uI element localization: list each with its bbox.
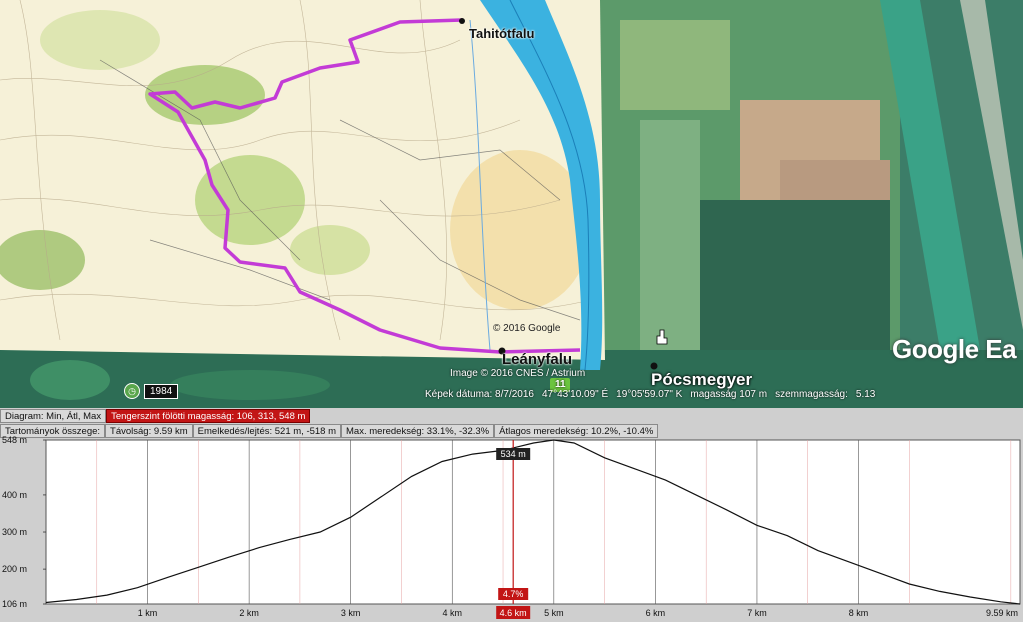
- status-bar: Képek dátuma: 8/7/2016 47°43'10.09" É 19…: [425, 389, 875, 405]
- clock-icon[interactable]: ◷: [124, 383, 140, 399]
- x-tick-label: 6 km: [646, 608, 666, 618]
- y-tick-label: 200 m: [2, 564, 27, 574]
- eye-altitude-value: 5.13: [855, 389, 876, 400]
- pocsmegyer-marker: [650, 362, 658, 370]
- y-tick-label: 400 m: [2, 490, 27, 500]
- imagery-copyright: Image © 2016 CNES / Astrium: [450, 368, 586, 379]
- google-earth-logo: Google Ea: [892, 334, 1017, 364]
- profile-info-row-1: Diagram: Min, Átl, Max Tengerszint fölöt…: [0, 409, 311, 423]
- map-view[interactable]: Tahitótfalu Leányfalu Pócsmegyer © 2016 …: [0, 0, 1023, 408]
- latitude: 47°43'10.09" É: [541, 389, 609, 400]
- x-tick-label: 8 km: [849, 608, 869, 618]
- y-tick-label: 548 m: [2, 435, 27, 445]
- plot-area: [45, 439, 1021, 605]
- altitude: magasság 107 m: [690, 389, 768, 400]
- map-copyright: © 2016 Google: [493, 323, 561, 334]
- x-tick-label: 3 km: [341, 608, 361, 618]
- x-tick-label: 1 km: [138, 608, 158, 618]
- town-label-pocsmegyer: Pócsmegyer: [651, 370, 753, 389]
- x-tick-label: 5 km: [544, 608, 564, 618]
- historical-imagery[interactable]: ◷ 1984: [124, 383, 179, 399]
- tahitotfalu-marker: [459, 18, 465, 24]
- elevation-chart[interactable]: 548 m 400 m 300 m 200 m 106 m 1 km 2 km 3 km 4 …: [0, 430, 1023, 622]
- longitude: 19°05'59.07" K: [616, 389, 683, 400]
- town-label-leanyfalu: Leányfalu: [502, 351, 573, 368]
- cursor-slope-label: 4.7%: [503, 589, 524, 599]
- image-date: Képek dátuma: 8/7/2016: [425, 389, 534, 400]
- diagram-mode[interactable]: Diagram: Min, Átl, Max: [0, 409, 107, 423]
- eye-altitude-label: szemmagasság:: [775, 389, 848, 400]
- map-canvas[interactable]: [0, 0, 1023, 408]
- x-tick-label: 4 km: [442, 608, 462, 618]
- cursor-elevation-label: 534 m: [501, 449, 526, 459]
- y-tick-label: 300 m: [2, 527, 27, 537]
- x-tick-label: 2 km: [239, 608, 259, 618]
- town-label-tahitotfalu: Tahitótfalu: [469, 26, 535, 41]
- elevation-summary[interactable]: Tengerszint fölötti magasság: 106, 313, …: [106, 409, 311, 423]
- x-tick-label: 9.59 km: [986, 608, 1018, 618]
- y-tick-label: 106 m: [2, 599, 27, 609]
- history-year: 1984: [144, 383, 179, 399]
- x-tick-label: 7 km: [747, 608, 767, 618]
- cursor-distance-label: 4.6 km: [500, 608, 527, 618]
